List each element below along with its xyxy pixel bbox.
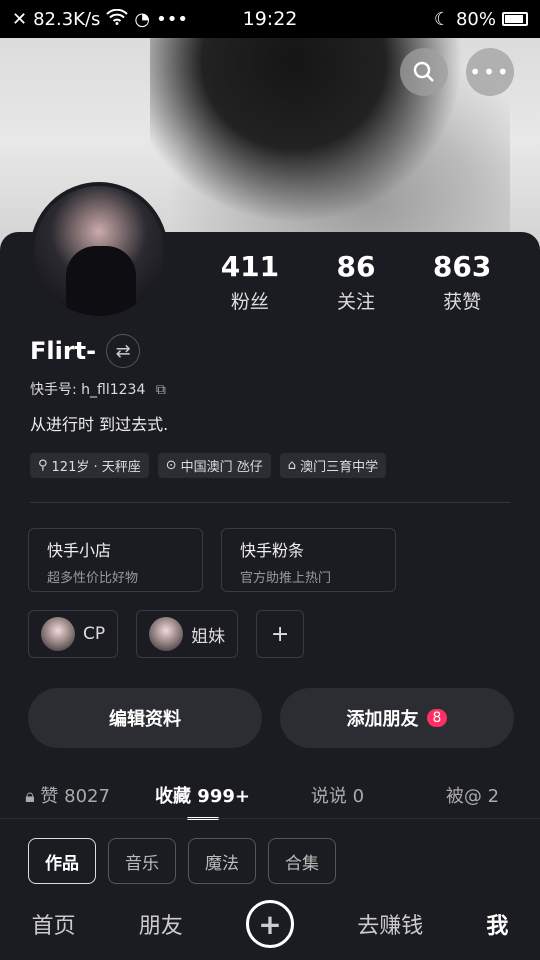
favorite-filters: 作品 音乐 魔法 合集 — [28, 838, 336, 884]
chip-collection[interactable]: 合集 — [268, 838, 336, 884]
clock: 19:22 — [242, 8, 298, 30]
nav-me[interactable]: 我 — [486, 908, 508, 940]
button-label: 添加朋友 — [346, 709, 419, 730]
relation-label: 姐妹 — [191, 626, 226, 647]
tab-label: 被@ 2 — [445, 786, 500, 807]
swap-icon: ⇄ — [115, 340, 131, 362]
shop-subtitle: 超多性价比好物 — [47, 571, 139, 586]
stat-followers[interactable]: 411 粉丝 — [221, 250, 279, 314]
stat-value: 411 — [220, 250, 280, 283]
nav-earn[interactable]: 去赚钱 — [357, 908, 423, 940]
shop-title: 快手小店 — [47, 541, 112, 560]
friend-request-badge: 8 — [426, 709, 448, 727]
tab-mentions[interactable]: 被@ 2 — [405, 782, 540, 808]
stat-likes[interactable]: 863 获赞 — [433, 250, 491, 314]
tab-label: 收藏 999+ — [155, 786, 250, 807]
kuaishou-id: 快手号: h_fll1234 — [30, 382, 146, 398]
stat-value: 863 — [432, 250, 492, 283]
divider — [30, 502, 510, 503]
moon-icon: ☾ — [433, 8, 450, 30]
graduation-cap-icon: ⌂ — [287, 458, 297, 473]
stat-label: 关注 — [336, 291, 375, 313]
kuaishou-id-row[interactable]: 快手号: h_fll1234 ⧉ — [30, 379, 166, 399]
edit-profile-button[interactable]: 编辑资料 — [28, 688, 262, 748]
stat-label: 获赞 — [443, 291, 482, 313]
tag-label: 中国澳门 氹仔 — [180, 460, 263, 475]
tab-label: 说说 0 — [310, 786, 365, 807]
close-icon: ✕ — [12, 8, 28, 30]
tab-favorites[interactable]: 收藏 999+ — [135, 782, 270, 808]
plus-icon: + — [270, 621, 290, 647]
status-bar: ✕ 82.3K/s ◔ ••• 19:22 ☾ 80% — [0, 0, 540, 38]
stat-value: 86 — [336, 250, 376, 283]
wifi-icon — [106, 8, 129, 30]
relation-cp[interactable]: CP — [28, 610, 119, 658]
bio: 从进行时 到过去式. — [30, 415, 169, 434]
content-tabs: 🔒︎ 赞 8027 收藏 999+ 说说 0 被@ 2 — [0, 772, 540, 818]
cp-avatar — [41, 617, 75, 651]
profile-name: Flirt- — [30, 337, 97, 365]
relation-sisters[interactable]: 姐妹 — [136, 610, 239, 658]
nav-home[interactable]: 首页 — [32, 908, 76, 940]
tabs-divider — [0, 818, 540, 819]
stat-label: 粉丝 — [230, 291, 269, 313]
battery-percent: 80% — [455, 8, 496, 30]
name-row: Flirt- ⇄ — [30, 334, 141, 368]
plus-icon: + — [258, 907, 282, 941]
notification-icon: ◔ — [134, 8, 151, 30]
net-speed: 82.3K/s — [33, 8, 101, 30]
relations-row: CP 姐妹 + — [28, 610, 305, 658]
shop-subtitle: 官方助推上热门 — [240, 571, 332, 586]
relation-label: CP — [83, 624, 106, 644]
profile-tags: ⚲ 121岁 · 天秤座 ⊙ 中国澳门 氹仔 ⌂ 澳门三育中学 — [30, 453, 387, 478]
profile-stats: 411 粉丝 86 关注 863 获赞 — [192, 250, 520, 314]
button-label: 编辑资料 — [109, 709, 181, 730]
chip-works[interactable]: 作品 — [28, 838, 96, 884]
search-icon: ⚲ — [38, 458, 48, 473]
sister-avatar — [149, 617, 184, 651]
shop-cards: 快手小店 超多性价比好物 快手粉条 官方助推上热门 — [28, 528, 396, 592]
search-button[interactable] — [400, 48, 448, 96]
more-button[interactable]: ••• — [466, 48, 514, 96]
school-tag[interactable]: ⌂ 澳门三育中学 — [279, 453, 387, 478]
add-relation-button[interactable]: + — [256, 610, 305, 658]
shop-title: 快手粉条 — [240, 541, 305, 560]
location-tag[interactable]: ⊙ 中国澳门 氹仔 — [157, 453, 271, 478]
qr-code-icon[interactable]: ⧉ — [156, 382, 166, 398]
nav-friends[interactable]: 朋友 — [139, 908, 183, 940]
chip-music[interactable]: 音乐 — [108, 838, 176, 884]
tag-label: 澳门三育中学 — [300, 460, 379, 475]
shop-card-store[interactable]: 快手小店 超多性价比好物 — [28, 528, 203, 592]
tab-moments[interactable]: 说说 0 — [270, 782, 405, 808]
battery-icon — [502, 12, 528, 26]
chip-magic[interactable]: 魔法 — [188, 838, 256, 884]
tab-likes[interactable]: 🔒︎ 赞 8027 — [0, 782, 135, 808]
more-icon: ••• — [156, 8, 188, 30]
bottom-nav: 首页 朋友 + 去赚钱 我 — [0, 888, 540, 960]
switch-account-button[interactable]: ⇄ — [106, 334, 141, 368]
avatar[interactable] — [30, 182, 168, 320]
lock-icon: 🔒︎ — [25, 786, 35, 807]
stat-following[interactable]: 86 关注 — [337, 250, 376, 314]
more-dots-icon: ••• — [469, 60, 511, 84]
tab-label: 赞 8027 — [40, 786, 110, 807]
action-buttons: 编辑资料 添加朋友 8 — [28, 688, 514, 748]
create-button[interactable]: + — [246, 900, 294, 948]
tag-label: 121岁 · 天秤座 — [51, 460, 141, 475]
age-tag[interactable]: ⚲ 121岁 · 天秤座 — [30, 453, 149, 478]
shop-card-promote[interactable]: 快手粉条 官方助推上热门 — [221, 528, 396, 592]
search-icon — [413, 61, 434, 82]
add-friend-button[interactable]: 添加朋友 8 — [280, 688, 514, 748]
location-pin-icon: ⊙ — [165, 458, 177, 473]
